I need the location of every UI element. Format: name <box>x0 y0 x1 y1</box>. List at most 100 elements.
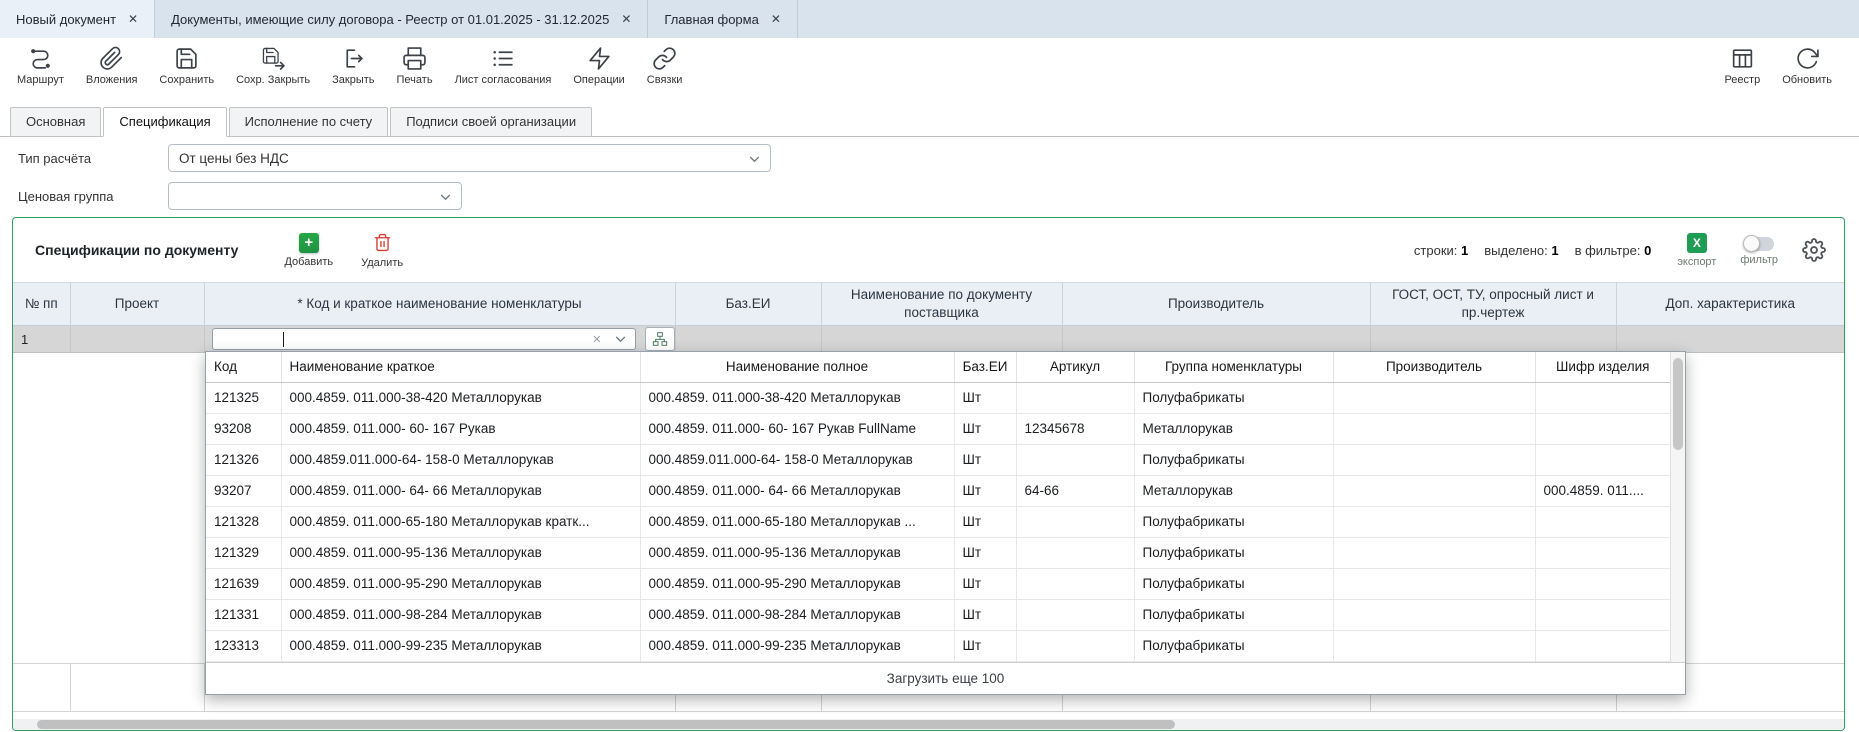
grid-row[interactable]: 1 ✕ <box>13 326 1844 353</box>
base-unit-cell <box>675 326 821 353</box>
lookup-column-header[interactable]: Производитель <box>1333 352 1535 382</box>
delete-row-button[interactable]: Удалить <box>361 232 403 269</box>
lookup-column-header[interactable]: Артикул <box>1016 352 1134 382</box>
filter-label: фильтр <box>1740 254 1778 266</box>
lookup-cell <box>1333 630 1535 661</box>
tab-specifikaciya[interactable]: Спецификация <box>103 107 226 137</box>
print-button[interactable]: Печать <box>386 45 444 86</box>
lookup-cell: 000.4859. 011.000-38-420 Металлорукав <box>640 382 954 413</box>
lookup-column-header[interactable]: Баз.ЕИ <box>954 352 1016 382</box>
column-header-nomenclature[interactable]: * Код и краткое наименование номенклатур… <box>204 283 675 326</box>
lookup-cell <box>1016 599 1134 630</box>
horizontal-scrollbar[interactable] <box>13 719 1844 730</box>
lookup-cell: 000.4859. 011.000-95-290 Металлорукав <box>640 568 954 599</box>
extra-cell <box>1616 326 1844 353</box>
column-header-manufacturer[interactable]: Производитель <box>1062 283 1370 326</box>
toolbar-button-label: Вложения <box>86 74 138 86</box>
close-document-button[interactable]: Закрыть <box>321 45 385 86</box>
lookup-cell: Шт <box>954 444 1016 475</box>
column-header-base-unit[interactable]: Баз.ЕИ <box>675 283 821 326</box>
lookup-row[interactable]: 123313 000.4859. 011.000-99-235 Металлору… <box>206 630 1670 661</box>
excel-icon: X <box>1687 233 1707 253</box>
lookup-cell <box>1333 444 1535 475</box>
lookup-cell: 000.4859. 011.000- 64- 66 Металлорукав <box>281 475 640 506</box>
column-header-supplier-name[interactable]: Наименование по документу поставщика <box>821 283 1062 326</box>
window-tab-label: Документы, имеющие силу договора - Реест… <box>171 12 609 27</box>
lookup-row[interactable]: 121328000.4859. 011.000-65-180 Металлору… <box>206 506 1670 537</box>
lookup-row[interactable]: 121325 000.4859. 011.000-38-420 Металлору… <box>206 382 1670 413</box>
price-group-select[interactable] <box>168 182 462 210</box>
links-button[interactable]: Связки <box>636 45 694 86</box>
lookup-row[interactable]: 121326000.4859.011.000-64- 158-0 Металло… <box>206 444 1670 475</box>
lookup-row[interactable]: 93207000.4859. 011.000- 64- 66 Металлору… <box>206 475 1670 506</box>
lookup-row[interactable]: 121331000.4859. 011.000-98-284 Металлору… <box>206 599 1670 630</box>
nomenclature-combobox-input[interactable]: ✕ <box>212 328 636 350</box>
lookup-row[interactable]: 93208000.4859. 011.000- 60- 167 Рукав000… <box>206 413 1670 444</box>
window-tab-new-document[interactable]: Новый документ ✕ <box>0 0 155 38</box>
lookup-cell <box>1535 599 1670 630</box>
vertical-scrollbar-thumb[interactable] <box>1673 358 1683 450</box>
lookup-cell: 123313 <box>206 630 281 661</box>
toolbar-button-label: Печать <box>397 74 433 86</box>
calc-type-value: От цены без НДС <box>179 151 289 166</box>
filter-toggle[interactable]: фильтр <box>1740 234 1778 266</box>
tab-ispolnenie-po-schetu[interactable]: Исполнение по счету <box>229 107 389 137</box>
lookup-cell: Полуфабрикаты <box>1134 382 1333 413</box>
lookup-cell: 000.4859. 011.000-95-290 Металлорукав <box>281 568 640 599</box>
gear-icon[interactable] <box>1802 238 1826 262</box>
toolbar-button-label: Обновить <box>1782 74 1832 86</box>
registry-button[interactable]: Реестр <box>1713 45 1771 86</box>
lookup-cell: 000.4859. 011.000-98-284 Металлорукав <box>640 599 954 630</box>
export-excel-button[interactable]: X экспорт <box>1677 233 1716 268</box>
close-icon[interactable]: ✕ <box>128 12 138 26</box>
close-icon[interactable]: ✕ <box>621 12 631 26</box>
lookup-column-header[interactable]: Код <box>206 352 281 382</box>
route-icon <box>28 45 53 71</box>
load-more-button[interactable]: Загрузить еще 100 <box>206 662 1685 694</box>
lookup-cell: Шт <box>954 599 1016 630</box>
save-close-button[interactable]: Сохр. Закрыть <box>225 45 321 86</box>
column-header-num[interactable]: № пп <box>13 283 70 326</box>
lookup-cell: Полуфабрикаты <box>1134 506 1333 537</box>
lookup-row[interactable]: 121329000.4859. 011.000-95-136 Металлору… <box>206 537 1670 568</box>
lookup-column-header[interactable]: Группа номенклатуры <box>1134 352 1333 382</box>
tab-osnovnaya[interactable]: Основная <box>10 107 101 137</box>
route-button[interactable]: Маршрут <box>6 45 75 86</box>
lookup-row[interactable]: 121639000.4859. 011.000-95-290 Металлору… <box>206 568 1670 599</box>
lookup-cell: 121325 <box>206 382 281 413</box>
vertical-scrollbar[interactable] <box>1670 352 1685 662</box>
lookup-column-header[interactable]: Наименование полное <box>640 352 954 382</box>
tab-podpisi-svoey-organizacii[interactable]: Подписи своей организации <box>390 107 592 137</box>
attachments-button[interactable]: Вложения <box>75 45 149 86</box>
lookup-column-header[interactable]: Шифр изделия <box>1535 352 1670 382</box>
lookup-cell: Полуфабрикаты <box>1134 568 1333 599</box>
window-tab-main-form[interactable]: Главная форма ✕ <box>648 0 797 38</box>
close-icon[interactable]: ✕ <box>771 12 781 26</box>
approval-sheet-button[interactable]: Лист согласования <box>444 45 563 86</box>
lookup-table: КодНаименование краткоеНаименование полн… <box>206 352 1670 662</box>
window-tab-registry-documents[interactable]: Документы, имеющие силу договора - Реест… <box>155 0 648 38</box>
add-row-button[interactable]: + Добавить <box>284 233 333 268</box>
column-header-extra[interactable]: Доп. характеристика <box>1616 283 1844 326</box>
summary-cell <box>13 664 70 712</box>
toggle-switch-icon[interactable] <box>1744 237 1774 251</box>
clear-icon[interactable]: ✕ <box>592 333 601 346</box>
nomenclature-editor: ✕ <box>205 326 675 352</box>
lookup-cell: Шт <box>954 475 1016 506</box>
operations-button[interactable]: Операции <box>562 45 635 86</box>
plus-icon: + <box>299 233 319 253</box>
column-header-project[interactable]: Проект <box>70 283 204 326</box>
calc-type-select[interactable]: От цены без НДС <box>168 144 771 172</box>
column-header-gost[interactable]: ГОСТ, ОСТ, ТУ, опросный лист и пр.чертеж <box>1370 283 1616 326</box>
lookup-cell <box>1535 537 1670 568</box>
delete-button-label: Удалить <box>361 257 403 269</box>
tree-select-button[interactable] <box>645 327 675 351</box>
lookup-cell: 000.4859. 011.000-99-235 Металлорукав <box>640 630 954 661</box>
lightning-icon <box>587 45 612 71</box>
chevron-down-icon[interactable] <box>615 336 626 343</box>
lookup-cell: Шт <box>954 413 1016 444</box>
lookup-column-header[interactable]: Наименование краткое <box>281 352 640 382</box>
refresh-button[interactable]: Обновить <box>1771 45 1843 86</box>
save-button[interactable]: Сохранить <box>148 45 225 86</box>
horizontal-scrollbar-thumb[interactable] <box>37 720 1175 729</box>
